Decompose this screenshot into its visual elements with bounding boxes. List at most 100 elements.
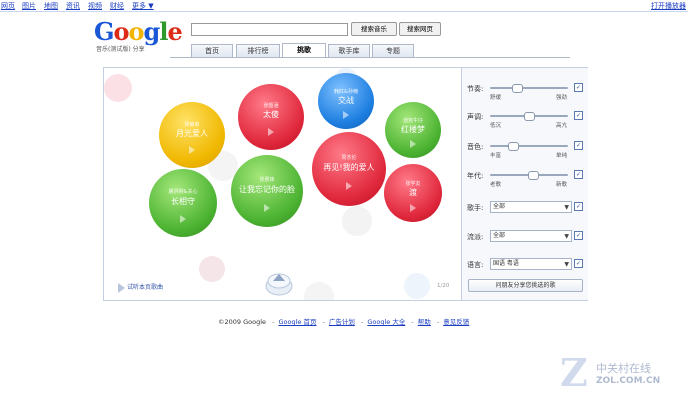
slider-max-label: 高亢 <box>556 123 568 129</box>
filter-sidebar: 节奏: 舒缓 强劲 ✓ 声调: 低沉 高亢 ✓ 音色: 丰富 单纯 ✓ 年代: … <box>461 68 588 300</box>
tab-artists[interactable]: 歌手库 <box>328 44 370 58</box>
slider-knob[interactable] <box>512 84 524 93</box>
footer-help-link[interactable]: 帮助 <box>418 318 431 326</box>
tempo-checkbox[interactable]: ✓ <box>574 83 583 92</box>
google-music-logo[interactable]: Google 音乐(测试版) 分享 <box>94 17 183 54</box>
song-title: 长相守 <box>171 197 195 206</box>
song-bubble-changxiangshou[interactable]: 屠洪刚&关心 长相守 <box>149 169 217 237</box>
slider-min-label: 老歌 <box>490 182 502 188</box>
search-input[interactable] <box>191 23 348 36</box>
song-title: 让我忘记你的脸 <box>239 185 295 194</box>
song-bubble-hongloumeng[interactable]: 迪克牛仔 红楼梦 <box>385 102 441 158</box>
zol-watermark: Z 中关村在线 ZOL.COM.CN <box>560 352 688 400</box>
slider-max-label: 单纯 <box>556 153 568 159</box>
nav-video-link[interactable]: 视频 <box>88 1 102 11</box>
song-artist: 张学友 <box>405 181 421 187</box>
nav-more-link[interactable]: 更多 ▼ <box>132 1 154 11</box>
nav-news-link[interactable]: 资讯 <box>66 1 80 11</box>
bubble-area: 梁静茹 月光爱人 张韶涵 太傻 韩红&孙楠 交战 迪克牛仔 红楼梦 屠洪刚&关心… <box>104 68 460 300</box>
listen-page-songs-link[interactable]: 试听本页歌曲 <box>118 282 163 293</box>
language-select[interactable]: 国语 粤语 ▼ <box>490 258 572 270</box>
logo-letter: G <box>94 17 114 46</box>
song-bubble-jiaozhan[interactable]: 韩红&孙楠 交战 <box>318 73 374 129</box>
era-checkbox[interactable]: ✓ <box>574 170 583 179</box>
language-checkbox[interactable]: ✓ <box>574 259 583 268</box>
song-picker-panel: 梁静茹 月光爱人 张韶涵 太傻 韩红&孙楠 交战 迪克牛仔 红楼梦 屠洪刚&关心… <box>103 67 588 301</box>
tab-pick-songs[interactable]: 挑歌 <box>282 43 326 58</box>
pitch-slider[interactable] <box>490 112 568 121</box>
pitch-checkbox[interactable]: ✓ <box>574 111 583 120</box>
tempo-slider[interactable] <box>490 84 568 93</box>
era-slider[interactable] <box>490 171 568 180</box>
song-title: 渡 <box>409 188 417 197</box>
footer-ads-link[interactable]: 广告计划 <box>329 318 355 326</box>
footer-home-link[interactable]: Google 首页 <box>278 318 316 326</box>
select-label: 语言: <box>467 261 484 269</box>
song-title: 再见!我的爱人 <box>323 163 375 172</box>
watermark-logo-icon: Z <box>560 350 588 395</box>
logo-letter: e <box>167 17 182 46</box>
artist-select[interactable]: 全部 ▼ <box>490 201 572 213</box>
nav-finance-link[interactable]: 财经 <box>110 1 124 11</box>
slider-label: 声调: <box>467 113 484 121</box>
song-bubble-rang-wo-wangji[interactable]: 张惠妹 让我忘记你的脸 <box>231 155 303 227</box>
nav-maps-link[interactable]: 地图 <box>44 1 58 11</box>
play-icon <box>264 204 270 212</box>
nav-web-link[interactable]: 网页 <box>1 1 15 11</box>
genre-checkbox[interactable]: ✓ <box>574 231 583 240</box>
footer: ©2009 Google - Google 首页 - 广告计划 - Google 大全… <box>218 318 470 326</box>
select-label: 歌手: <box>467 204 484 212</box>
slider-label: 年代: <box>467 172 484 180</box>
bg-circle <box>342 206 372 236</box>
slider-min-label: 丰富 <box>490 153 502 159</box>
slider-min-label: 舒缓 <box>490 95 502 101</box>
slider-label: 音色: <box>467 143 484 151</box>
play-icon <box>410 204 416 212</box>
song-bubble-yueguang-airen[interactable]: 梁静茹 月光爱人 <box>159 102 225 168</box>
share-with-friends-button[interactable]: 问朋友分享您挑选的歌 <box>468 279 583 292</box>
play-icon <box>189 146 195 154</box>
search-web-button[interactable]: 搜索网页 <box>399 22 441 36</box>
bg-circle <box>104 74 132 102</box>
chevron-down-icon: ▼ <box>564 233 569 240</box>
slider-max-label: 新歌 <box>556 182 568 188</box>
song-bubble-taisha[interactable]: 张韶涵 太傻 <box>238 84 304 150</box>
song-bubble-du[interactable]: 张学友 渡 <box>384 164 442 222</box>
song-artist: 张韶涵 <box>263 103 279 109</box>
play-icon <box>343 111 349 119</box>
logo-letter: o <box>128 17 145 46</box>
scroll-up-handle-icon[interactable] <box>264 268 294 298</box>
timbre-slider[interactable] <box>490 142 568 151</box>
song-title: 月光爱人 <box>176 129 208 138</box>
genre-select[interactable]: 全部 ▼ <box>490 230 572 242</box>
slider-knob[interactable] <box>527 171 539 180</box>
tab-topics[interactable]: 专题 <box>372 44 414 58</box>
slider-knob[interactable] <box>508 142 520 151</box>
chevron-down-icon: ▼ <box>564 261 569 268</box>
logo-letter: o <box>113 17 130 46</box>
search-music-button[interactable]: 搜索音乐 <box>351 22 397 36</box>
play-icon <box>410 140 416 148</box>
song-artist: 韩红&孙楠 <box>334 89 358 95</box>
footer-all-products-link[interactable]: Google 大全 <box>367 318 405 326</box>
song-title: 太傻 <box>263 110 279 119</box>
open-player-link[interactable]: 打开播放器 <box>651 1 686 11</box>
song-bubble-zaijian-wodeairen[interactable]: 周杰伦 再见!我的爱人 <box>312 132 386 206</box>
slider-knob[interactable] <box>524 112 535 121</box>
tab-home[interactable]: 首页 <box>191 44 233 58</box>
play-icon <box>180 215 186 223</box>
timbre-checkbox[interactable]: ✓ <box>574 141 583 150</box>
bg-circle <box>199 256 225 282</box>
watermark-en: ZOL.COM.CN <box>596 376 661 386</box>
artist-checkbox[interactable]: ✓ <box>574 202 583 211</box>
copyright-text: ©2009 Google <box>218 318 267 326</box>
nav-images-link[interactable]: 图片 <box>22 1 36 11</box>
song-title: 红楼梦 <box>401 125 425 134</box>
footer-feedback-link[interactable]: 意见反馈 <box>443 318 469 326</box>
song-artist: 迪克牛仔 <box>402 118 423 124</box>
tab-charts[interactable]: 排行榜 <box>236 44 280 58</box>
select-label: 流派: <box>467 233 484 241</box>
chevron-down-icon: ▼ <box>564 204 569 211</box>
bg-circle <box>404 273 430 299</box>
select-value: 国语 粤语 <box>493 260 519 267</box>
